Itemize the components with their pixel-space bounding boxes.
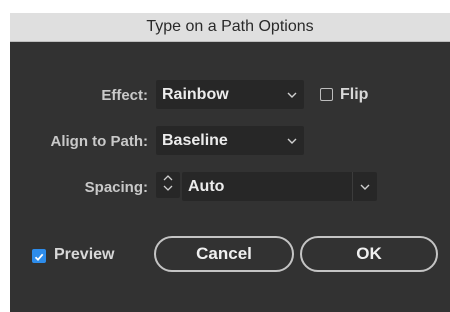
ok-button[interactable]: OK bbox=[300, 236, 438, 272]
chevron-down-icon bbox=[280, 138, 304, 144]
chevron-down-icon bbox=[280, 92, 304, 98]
checkmark-icon bbox=[33, 250, 45, 268]
spacing-stepper[interactable] bbox=[156, 172, 180, 198]
up-down-arrows-icon bbox=[163, 174, 173, 197]
effect-value: Rainbow bbox=[162, 85, 229, 103]
align-label: Align to Path: bbox=[50, 133, 149, 150]
flip-checkbox[interactable] bbox=[320, 88, 333, 101]
dialog-titlebar[interactable]: Type on a Path Options bbox=[10, 13, 450, 42]
spacing-label: Spacing: bbox=[84, 179, 148, 196]
preview-label[interactable]: Preview bbox=[54, 246, 114, 264]
align-value: Baseline bbox=[162, 131, 228, 149]
type-on-path-dialog: Type on a Path Options Effect: Rainbow F… bbox=[10, 13, 450, 312]
chevron-down-icon bbox=[352, 172, 377, 201]
preview-checkbox[interactable] bbox=[32, 249, 46, 263]
spacing-dropdown[interactable]: Auto bbox=[182, 172, 377, 201]
effect-label: Effect: bbox=[101, 87, 148, 104]
effect-dropdown[interactable]: Rainbow bbox=[156, 80, 304, 109]
spacing-value: Auto bbox=[188, 177, 225, 195]
flip-label[interactable]: Flip bbox=[340, 86, 368, 104]
align-dropdown[interactable]: Baseline bbox=[156, 126, 304, 155]
cancel-button[interactable]: Cancel bbox=[154, 236, 294, 272]
dialog-title: Type on a Path Options bbox=[146, 18, 314, 35]
